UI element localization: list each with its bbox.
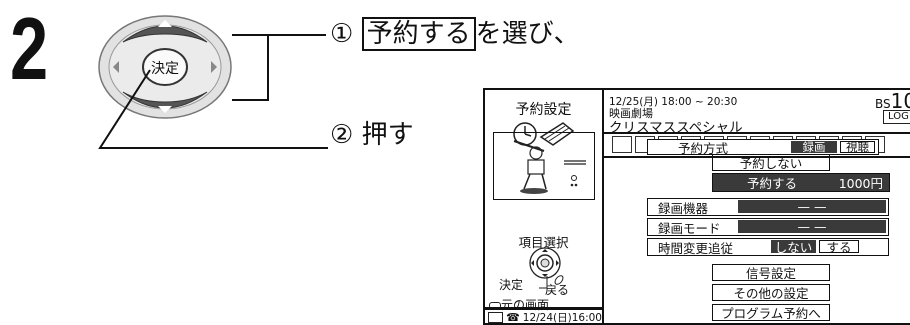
channel-prefix: BS <box>875 97 891 111</box>
reserve-option-label: 予約する <box>361 17 476 51</box>
instruction-text-1: を選び、 <box>475 19 580 49</box>
reserve-label: 予約する <box>747 176 798 191</box>
follow-label: 時間変更追従 <box>658 240 734 256</box>
program-thumbnail <box>493 132 595 200</box>
no-reserve-option[interactable]: 予約しない <box>712 154 830 171</box>
channel-logo: LOG <box>883 110 910 124</box>
program-reserve-button[interactable]: プログラム予約へ <box>712 304 830 321</box>
mode-label: 録画モード <box>658 220 721 236</box>
screen-title: 予約設定 <box>515 102 572 118</box>
signal-settings-button[interactable]: 信号設定 <box>712 264 830 281</box>
reservation-screen: 予約設定 項目選択 決定 戻る 元の画面 ☎ 12/24(日)16:00 12/… <box>483 88 910 325</box>
mode-row[interactable]: 録画モード — — <box>647 218 889 236</box>
follow-row[interactable]: 時間変更追従 しない する <box>647 238 889 256</box>
method-option-view[interactable]: 視聴 <box>840 140 875 154</box>
instruction-line-1: ① 予約する を選び、 <box>330 17 580 51</box>
program-title: クリスマススペシャル <box>609 120 743 136</box>
other-settings-button[interactable]: その他の設定 <box>712 284 830 301</box>
mode-value: — — <box>738 219 886 234</box>
enter-hint: 決定 <box>499 278 524 292</box>
step-circle-1: ① <box>330 19 354 49</box>
status-bar: ☎ 12/24(日)16:00 <box>485 309 602 325</box>
device-label: 録画機器 <box>658 200 709 216</box>
status-cell <box>612 136 632 153</box>
status-time: 12/24(日)16:00 <box>522 312 602 324</box>
follow-off-option[interactable]: しない <box>771 240 816 255</box>
instruction-line-2: ② 押す <box>330 120 414 150</box>
mail-icon <box>488 312 504 323</box>
device-value: — — <box>738 199 886 214</box>
leader-lines <box>98 34 328 149</box>
follow-on-option[interactable]: する <box>819 240 859 255</box>
hint-lines <box>539 275 564 289</box>
phone-icon: ☎ <box>506 311 520 324</box>
reserve-price: 1000円 <box>838 176 883 191</box>
reserve-option[interactable]: 予約する 1000円 <box>712 173 890 192</box>
method-option-record[interactable]: 録画 <box>791 140 837 154</box>
device-row[interactable]: 録画機器 — — <box>647 198 889 216</box>
